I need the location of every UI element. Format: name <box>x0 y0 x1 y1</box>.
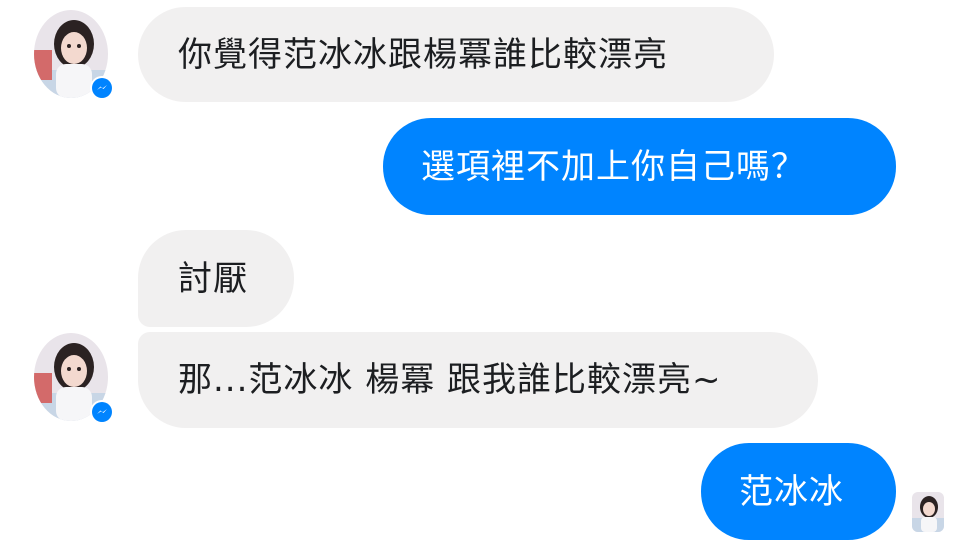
incoming-message-bubble[interactable]: 討厭 <box>138 230 294 327</box>
message-text: 選項裡不加上你自己嗎？ <box>421 146 806 187</box>
seen-avatar-image <box>912 492 944 532</box>
messenger-badge <box>90 400 114 424</box>
message-text: 那...范冰冰 楊冪 跟我誰比較漂亮~ <box>178 360 722 400</box>
messenger-icon <box>92 402 112 422</box>
message-text: 討厭 <box>178 258 248 299</box>
message-text: 你覺得范冰冰跟楊冪誰比較漂亮 <box>178 34 668 75</box>
incoming-message-bubble[interactable]: 你覺得范冰冰跟楊冪誰比較漂亮 <box>138 7 774 102</box>
outgoing-message-bubble[interactable]: 范冰冰 <box>701 443 896 540</box>
seen-avatar-icon <box>912 492 944 532</box>
outgoing-message-bubble[interactable]: 選項裡不加上你自己嗎？ <box>383 118 896 215</box>
incoming-message-bubble[interactable]: 那...范冰冰 楊冪 跟我誰比較漂亮~ <box>138 332 818 428</box>
chat-thread: 你覺得范冰冰跟楊冪誰比較漂亮 選項裡不加上你自己嗎？ 討厭 那...范冰冰 楊冪… <box>0 0 960 557</box>
message-text: 范冰冰 <box>739 471 844 512</box>
messenger-badge <box>90 76 114 100</box>
messenger-icon <box>92 78 112 98</box>
